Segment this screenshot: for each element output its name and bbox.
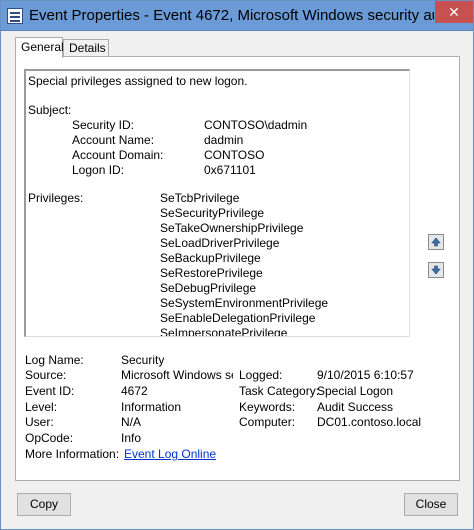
privilege-item: SeDebugPrivilege [160, 281, 257, 295]
keywords-label: Keywords: [239, 400, 296, 414]
event-description-box[interactable]: Special privileges assigned to new logon… [24, 69, 410, 337]
subject-field-value: 0x671101 [204, 163, 256, 177]
copy-button[interactable]: Copy [17, 493, 71, 516]
privilege-item: SeBackupPrivilege [160, 251, 261, 265]
keywords-value: Audit Success [317, 400, 394, 414]
opcode-value: Info [121, 431, 142, 445]
subject-field-value: CONTOSO\dadmin [204, 118, 308, 132]
computer-label: Computer: [239, 415, 296, 429]
level-value: Information [121, 400, 182, 414]
more-information-label: More Information: [25, 447, 120, 461]
event-viewer-icon [7, 8, 23, 24]
logged-label: Logged: [239, 368, 283, 382]
tab-details[interactable]: Details [63, 39, 109, 57]
window-title: Event Properties - Event 4672, Microsoft… [29, 7, 434, 24]
user-value: N/A [121, 415, 142, 429]
arrow-up-icon [431, 237, 441, 247]
event-id-label: Event ID: [25, 384, 75, 398]
log-name-value: Security [121, 353, 165, 367]
level-label: Level: [25, 400, 58, 414]
privilege-item: SeLoadDriverPrivilege [160, 236, 280, 250]
opcode-label: OpCode: [25, 431, 74, 445]
privilege-item: SeRestorePrivilege [160, 266, 263, 280]
task-category-label: Task Category: [239, 384, 320, 398]
source-value: Microsoft Windows sec [121, 368, 233, 382]
subject-field-label: Logon ID: [72, 163, 125, 177]
subject-field-label: Account Name: [72, 133, 155, 147]
privilege-item: SeTcbPrivilege [160, 191, 240, 205]
privilege-item: SeImpersonatePrivilege [160, 326, 288, 337]
close-button[interactable]: Close [404, 493, 458, 516]
event-log-online-link[interactable]: Event Log Online [124, 447, 216, 461]
privilege-item: SeSecurityPrivilege [160, 206, 265, 220]
subject-field-value: CONTOSO [204, 148, 265, 162]
log-name-label: Log Name: [25, 353, 84, 367]
source-label: Source: [25, 368, 67, 382]
arrow-down-icon [431, 265, 441, 275]
subject-field-label: Security ID: [72, 118, 135, 132]
general-tab-panel: Special privileges assigned to new logon… [15, 56, 460, 481]
subject-field-label: Account Domain: [72, 148, 164, 162]
event-id-value: 4672 [121, 384, 148, 398]
subject-heading: Subject: [28, 103, 72, 117]
scroll-down-button[interactable] [428, 262, 444, 278]
logged-value: 9/10/2015 6:10:57 PI [317, 368, 417, 382]
title-bar[interactable]: Event Properties - Event 4672, Microsoft… [1, 1, 473, 31]
user-label: User: [25, 415, 54, 429]
subject-field-value: dadmin [204, 133, 244, 147]
scroll-up-button[interactable] [428, 234, 444, 250]
privileges-heading: Privileges: [28, 191, 84, 205]
privilege-item: SeEnableDelegationPrivilege [160, 311, 316, 325]
privilege-item: SeSystemEnvironmentPrivilege [160, 296, 329, 310]
privilege-item: SeTakeOwnershipPrivilege [160, 221, 304, 235]
tab-general[interactable]: General [15, 37, 64, 58]
computer-value: DC01.contoso.local [317, 415, 422, 429]
description-summary: Special privileges assigned to new logon… [28, 74, 248, 88]
task-category-value: Special Logon [317, 384, 394, 398]
window-close-button[interactable]: ✕ [435, 1, 473, 23]
event-properties-window: Event Properties - Event 4672, Microsoft… [0, 0, 474, 530]
